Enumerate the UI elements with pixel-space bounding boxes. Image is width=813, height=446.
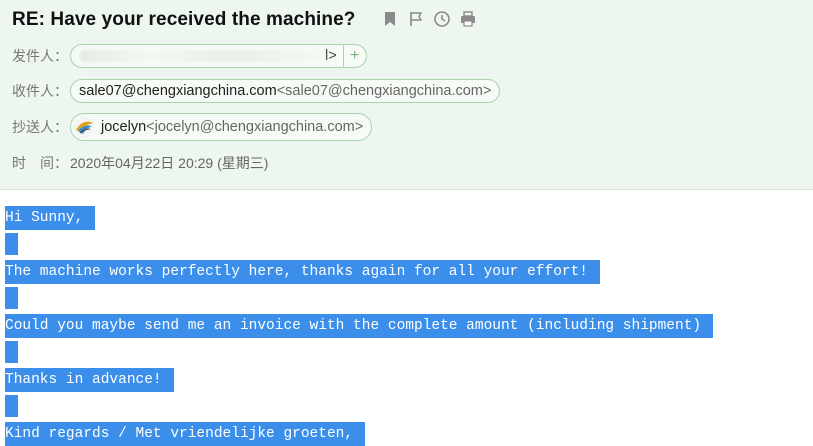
body-line-signoff: Kind regards / Met vriendelijke groeten, [5, 422, 366, 446]
redacted-sender [79, 50, 325, 62]
flag-icon[interactable] [407, 10, 425, 28]
selection-gap [5, 233, 18, 255]
cc-chip[interactable]: jocelyn <jocelyn@chengxiangchina.com> [70, 113, 373, 141]
time-label: 时 间： [12, 155, 68, 171]
to-email: <sale07@chengxiangchina.com> [276, 83, 492, 99]
from-row: 发件人： l> + [12, 44, 367, 68]
to-name: sale07@chengxiangchina.com [79, 83, 277, 99]
avatar [73, 116, 95, 138]
to-chip[interactable]: sale07@chengxiangchina.com <sale07@cheng… [70, 79, 501, 103]
time-row: 时 间： 2020年04月22日 20:29 (星期三) [12, 153, 268, 173]
email-subject: RE: Have your received the machine? [12, 9, 356, 30]
bookmark-icon[interactable] [381, 10, 399, 28]
selection-gap [5, 341, 18, 363]
print-icon[interactable] [459, 10, 477, 28]
sent-time: 2020年04月22日 20:29 (星期三) [70, 155, 269, 171]
to-row: 收件人： sale07@chengxiangchina.com <sale07@… [12, 79, 501, 103]
body-line-request: Could you maybe send me an invoice with … [5, 314, 714, 338]
from-address-suffix: l> [325, 48, 337, 64]
cc-email: <jocelyn@chengxiangchina.com> [146, 119, 364, 135]
email-header: RE: Have your received the machine? 发件人：… [0, 0, 813, 190]
from-label: 发件人： [12, 48, 68, 64]
selection-gap [5, 395, 18, 417]
cc-label: 抄送人： [12, 119, 68, 135]
from-chip[interactable]: l> + [70, 44, 367, 68]
cc-row: 抄送人： jocelyn <jocelyn@chengxiangchina.co… [12, 113, 373, 141]
body-line-thanks: The machine works perfectly here, thanks… [5, 260, 600, 284]
header-toolbar [381, 10, 477, 28]
body-line-advance: Thanks in advance! [5, 368, 174, 392]
add-contact-button[interactable]: + [342, 44, 366, 68]
cc-name: jocelyn [101, 119, 147, 135]
email-body[interactable]: Hi Sunny, The machine works perfectly he… [0, 190, 813, 446]
to-label: 收件人： [12, 83, 68, 99]
body-line-greeting: Hi Sunny, [5, 206, 96, 230]
selection-gap [5, 287, 18, 309]
clock-icon[interactable] [433, 10, 451, 28]
